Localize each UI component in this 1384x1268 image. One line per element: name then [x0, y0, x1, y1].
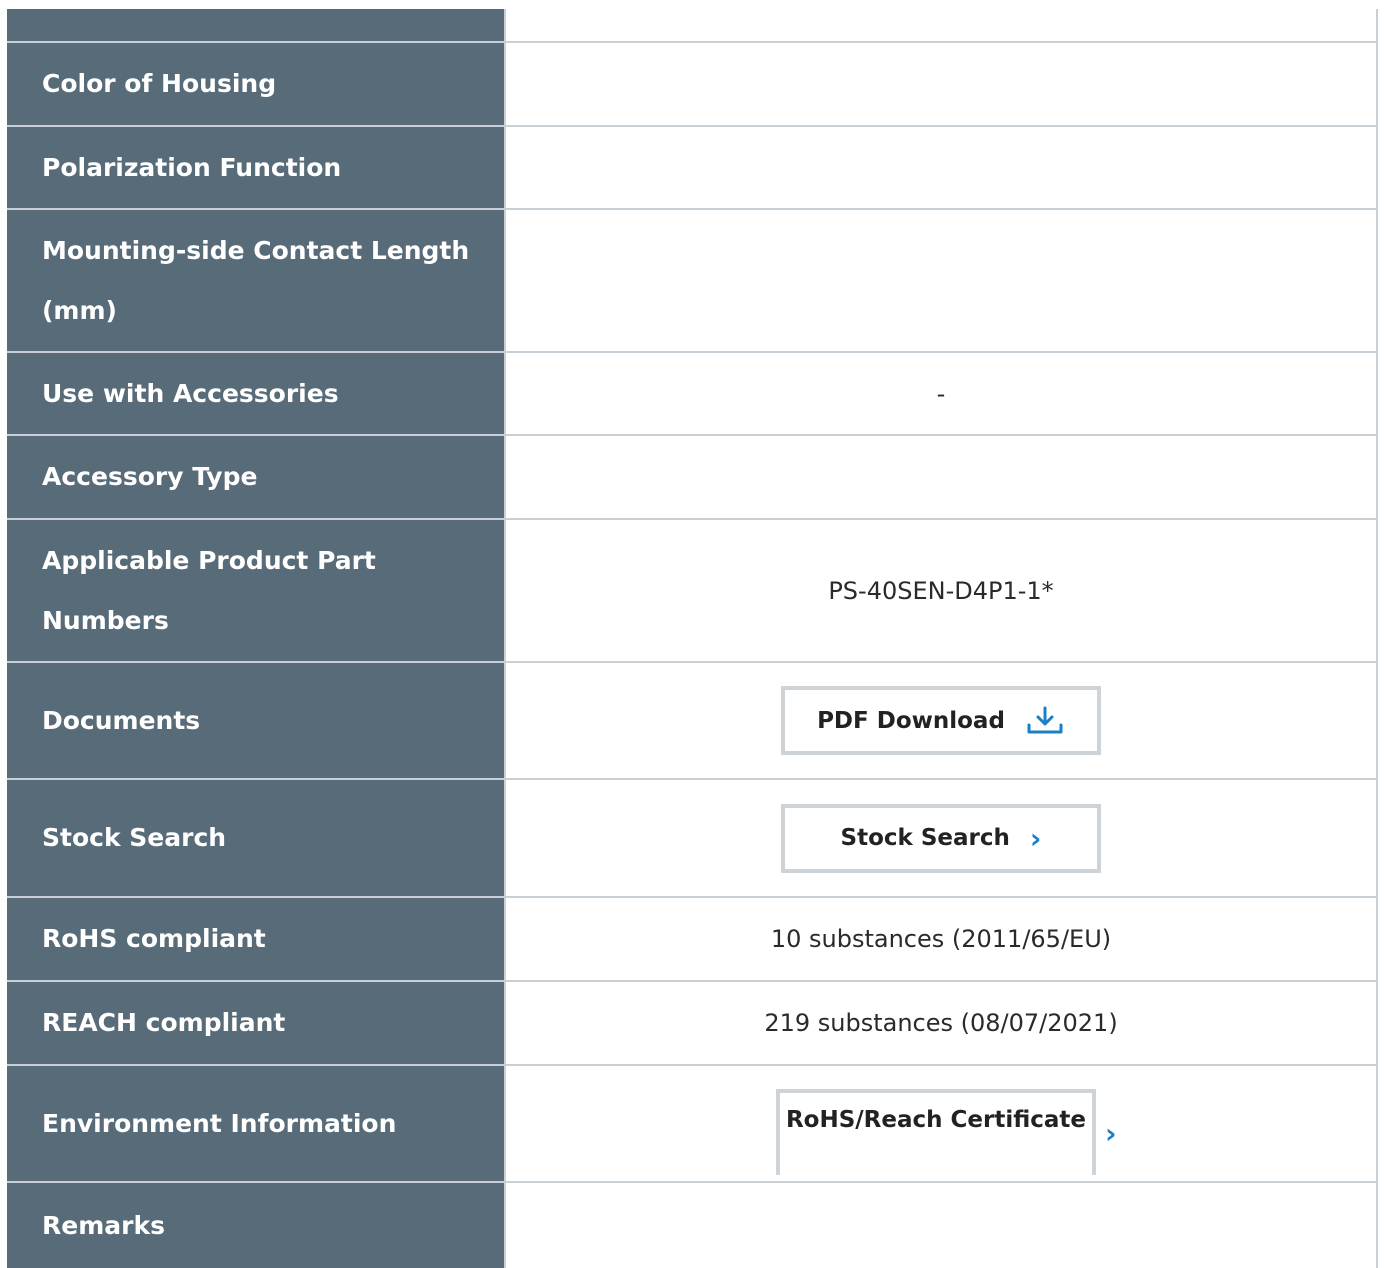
row-value-use-with-accessories: - — [504, 352, 1378, 436]
row-value-applicable-part-numbers: PS-40SEN-D4P1-1* — [504, 519, 1378, 663]
stock-search-button[interactable]: Stock Search › — [781, 803, 1101, 873]
row-header — [7, 9, 505, 43]
row-value-remarks — [504, 1182, 1378, 1268]
row-value-polarization-function — [504, 126, 1378, 210]
row-header-use-with-accessories: Use with Accessories — [7, 352, 505, 436]
row-header-documents: Documents — [7, 662, 505, 780]
stock-search-label: Stock Search — [840, 825, 1010, 851]
row-value-mounting-contact-length — [504, 209, 1378, 353]
table-row: Color of Housing — [7, 42, 1378, 127]
chevron-right-icon: › — [1029, 821, 1042, 855]
row-value-environment-information: RoHS/Reach Certificate › — [504, 1065, 1378, 1183]
top-strip — [0, 0, 1384, 9]
row-value-documents: PDF Download — [504, 662, 1378, 780]
rohs-reach-certificate-button[interactable]: RoHS/Reach Certificate — [776, 1089, 1096, 1175]
table-row: Documents PDF Download — [7, 662, 1378, 780]
table-row: Accessory Type — [7, 435, 1378, 520]
row-value-reach-compliant: 219 substances (08/07/2021) — [504, 981, 1378, 1066]
row-header-remarks: Remarks — [7, 1182, 505, 1268]
row-header-rohs-compliant: RoHS compliant — [7, 897, 505, 982]
chevron-right-icon: › — [1105, 1117, 1117, 1150]
row-header-stock-search: Stock Search — [7, 779, 505, 898]
row-value — [504, 9, 1378, 43]
table-row: Remarks — [7, 1182, 1378, 1268]
row-header-accessory-type: Accessory Type — [7, 435, 505, 520]
row-header-polarization-function: Polarization Function — [7, 126, 505, 210]
table-row: Mounting-side Contact Length (mm) — [7, 209, 1378, 353]
row-value-accessory-type — [504, 435, 1378, 520]
row-value-color-of-housing — [504, 42, 1378, 127]
row-header-reach-compliant: REACH compliant — [7, 981, 505, 1066]
pdf-download-button[interactable]: PDF Download — [781, 686, 1101, 755]
table-row: Environment Information RoHS/Reach Certi… — [7, 1065, 1378, 1183]
row-header-color-of-housing: Color of Housing — [7, 42, 505, 127]
row-header-environment-information: Environment Information — [7, 1065, 505, 1183]
table-row — [7, 9, 1378, 43]
download-icon — [1027, 706, 1063, 733]
row-value-rohs-compliant: 10 substances (2011/65/EU) — [504, 897, 1378, 982]
spec-table: Color of Housing Polarization Function M… — [7, 9, 1378, 1268]
pdf-download-label: PDF Download — [817, 707, 1005, 734]
table-row: REACH compliant 219 substances (08/07/20… — [7, 981, 1378, 1066]
row-header-mounting-contact-length: Mounting-side Contact Length (mm) — [7, 209, 505, 353]
table-row: RoHS compliant 10 substances (2011/65/EU… — [7, 897, 1378, 982]
table-row: Use with Accessories - — [7, 352, 1378, 436]
table-row: Applicable Product Part Numbers PS-40SEN… — [7, 519, 1378, 663]
rohs-reach-certificate-wrap: RoHS/Reach Certificate › — [776, 1089, 1117, 1175]
table-row: Polarization Function — [7, 126, 1378, 210]
table-row: Stock Search Stock Search › — [7, 779, 1378, 898]
spec-page: Color of Housing Polarization Function M… — [0, 0, 1384, 1268]
row-value-stock-search: Stock Search › — [504, 779, 1378, 898]
row-header-applicable-part-numbers: Applicable Product Part Numbers — [7, 519, 505, 663]
